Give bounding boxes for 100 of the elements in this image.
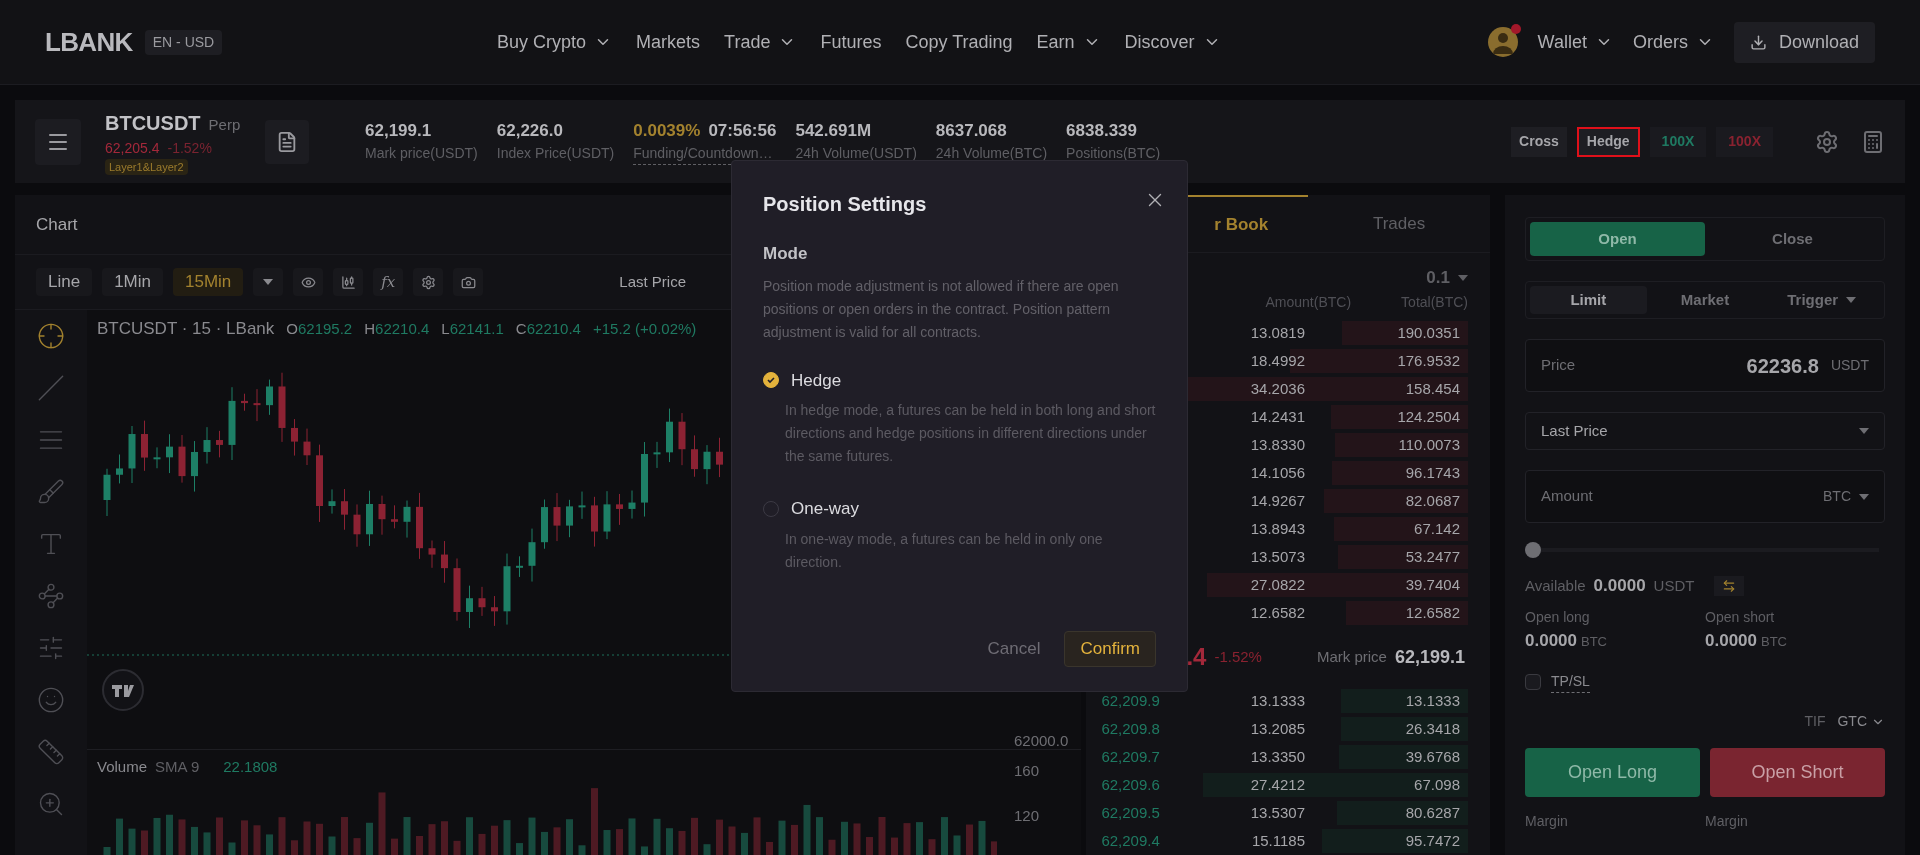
transfer-button[interactable]	[1714, 575, 1745, 596]
pattern-icon[interactable]	[37, 582, 65, 610]
ruler-icon[interactable]	[37, 738, 65, 766]
stat-label: 24h Volume(BTC)	[935, 144, 1048, 164]
ask-amount: 18.4992	[1250, 351, 1305, 372]
bid-amount: 13.1333	[1250, 690, 1305, 711]
volume-indicator: SMA 9	[155, 757, 200, 777]
bid-price: 62,209.4	[1101, 830, 1160, 851]
available-value: 0.0000	[1593, 575, 1646, 597]
side-tab[interactable]: Close	[1705, 222, 1880, 256]
calculator-icon[interactable]	[1861, 129, 1885, 154]
nav-menu-item[interactable]: Trade	[724, 28, 797, 56]
stat-label: Index Price(USDT)	[496, 144, 615, 164]
zoom-in-icon[interactable]	[37, 790, 65, 818]
order-type-tab[interactable]: Limit	[1530, 286, 1647, 314]
ask-total: 96.1743	[1405, 463, 1460, 484]
chart-type-button[interactable]	[333, 268, 364, 296]
ohlc-value: L62141.1	[441, 319, 504, 339]
sliders-icon[interactable]	[37, 634, 65, 662]
caret-icon	[1846, 297, 1857, 303]
nav-menu-item[interactable]: Earn	[1036, 28, 1101, 56]
nav-menu-item[interactable]: Futures	[820, 28, 882, 56]
price-change: -1.52%	[1214, 646, 1262, 667]
ask-amount: 34.2036	[1250, 379, 1305, 400]
mark-price: 62,199.1	[1394, 645, 1465, 669]
nav-menu-item[interactable]: Buy Crypto	[497, 28, 613, 56]
bid-price: 62,209.6	[1101, 774, 1160, 795]
screenshot-button[interactable]	[453, 268, 484, 296]
nav-menu-item[interactable]: Copy Trading	[905, 28, 1013, 56]
nav-menu-item[interactable]: Markets	[636, 28, 701, 56]
tif-selector[interactable]: GTC	[1837, 711, 1885, 732]
open-stat-value: 0.0000	[1525, 629, 1577, 652]
open-stat-unit: BTC	[1761, 632, 1787, 651]
margin-mode-button[interactable]: Hedge	[1576, 126, 1640, 157]
chart-settings-button[interactable]	[413, 268, 444, 296]
interval-button[interactable]: 15Min	[173, 268, 244, 296]
stat-label: Mark price(USDT)	[365, 144, 478, 164]
bid-amount: 13.3350	[1250, 746, 1305, 767]
wallet-menu[interactable]: Wallet	[1537, 28, 1613, 56]
order-type-tab[interactable]: Market	[1646, 286, 1764, 314]
price-type-select[interactable]: Last Price	[1525, 412, 1885, 450]
ask-total: 176.9532	[1397, 351, 1460, 372]
margin-mode-button[interactable]: Cross	[1511, 126, 1567, 157]
ask-amount: 13.0819	[1250, 323, 1305, 344]
tpsl-label[interactable]: TP/SL	[1551, 671, 1590, 693]
tif-label: TIF	[1804, 712, 1826, 731]
margin-label: Margin	[1705, 812, 1749, 831]
bid-amount: 13.2085	[1250, 718, 1305, 739]
document-icon	[276, 130, 298, 153]
tpsl-checkbox[interactable]	[1525, 674, 1541, 690]
bid-price: 62,209.5	[1101, 802, 1160, 823]
nav-menu-item[interactable]: Discover	[1124, 28, 1221, 56]
ohlc-value: C62210.4	[515, 319, 581, 339]
caret-icon	[1458, 274, 1468, 281]
volume-axis-label: 160	[1014, 761, 1040, 781]
dialog-title: Position Settings	[763, 192, 927, 217]
logo[interactable]: LBANK	[45, 22, 133, 62]
caret-icon	[263, 279, 274, 285]
user-avatar[interactable]	[1487, 27, 1518, 57]
open-short-button[interactable]: Open Short	[1710, 748, 1885, 797]
stat-value: 62,199.1	[365, 119, 433, 142]
confirm-button[interactable]: Confirm	[1064, 631, 1156, 667]
settings-icon[interactable]	[1815, 129, 1839, 154]
mode-radio-option[interactable]: One-way	[763, 496, 1156, 522]
order-type-tab[interactable]: Trigger	[1763, 286, 1880, 314]
menu-button[interactable]	[35, 118, 81, 165]
volume-label: Volume	[97, 757, 148, 777]
orders-menu[interactable]: Orders	[1632, 28, 1714, 56]
open-stat-unit: BTC	[1581, 632, 1607, 651]
price-field[interactable]: Price 62236.8 USDT	[1525, 339, 1885, 392]
download-button[interactable]: Download	[1733, 21, 1875, 63]
symbol-name: BTCUSDT	[105, 110, 201, 136]
visibility-button[interactable]	[293, 268, 324, 296]
bid-total: 67.098	[1414, 774, 1460, 795]
more-intervals-button[interactable]	[253, 268, 284, 296]
slider-thumb[interactable]	[1525, 542, 1541, 558]
line-tool-icon[interactable]	[37, 374, 65, 402]
amount-field[interactable]: Amount BTC	[1525, 470, 1885, 523]
open-stat-label: Open short	[1705, 607, 1776, 627]
interval-button[interactable]: Line	[36, 268, 93, 296]
indicators-button[interactable]: fx	[373, 268, 404, 296]
radio-indicator[interactable]	[763, 372, 779, 389]
stat-value: 8637.068	[935, 119, 1008, 142]
caret-icon	[1859, 428, 1869, 434]
mode-radio-option[interactable]: Hedge	[763, 367, 1156, 393]
locale-selector[interactable]: EN - USD	[144, 29, 223, 55]
bid-total: 26.3418	[1405, 718, 1460, 739]
interval-button[interactable]: 1Min	[102, 268, 163, 296]
brush-icon[interactable]	[37, 478, 65, 506]
smiley-icon[interactable]	[37, 686, 65, 714]
ask-total: 67.142	[1414, 518, 1460, 539]
mode-description: In hedge mode, a futures can be held in both long and short directions and hedge positions in different directions under the same futures.	[785, 401, 1156, 466]
price-source[interactable]: Last Price	[619, 270, 686, 294]
crosshair-icon[interactable]	[37, 322, 65, 350]
settings-icon	[420, 274, 436, 290]
caret-icon	[1859, 493, 1869, 500]
ask-amount: 13.5073	[1250, 546, 1305, 567]
open-stat-value: 0.0000	[1705, 629, 1757, 652]
contract-info-button[interactable]	[265, 119, 309, 164]
bid-total: 80.6287	[1405, 802, 1460, 823]
